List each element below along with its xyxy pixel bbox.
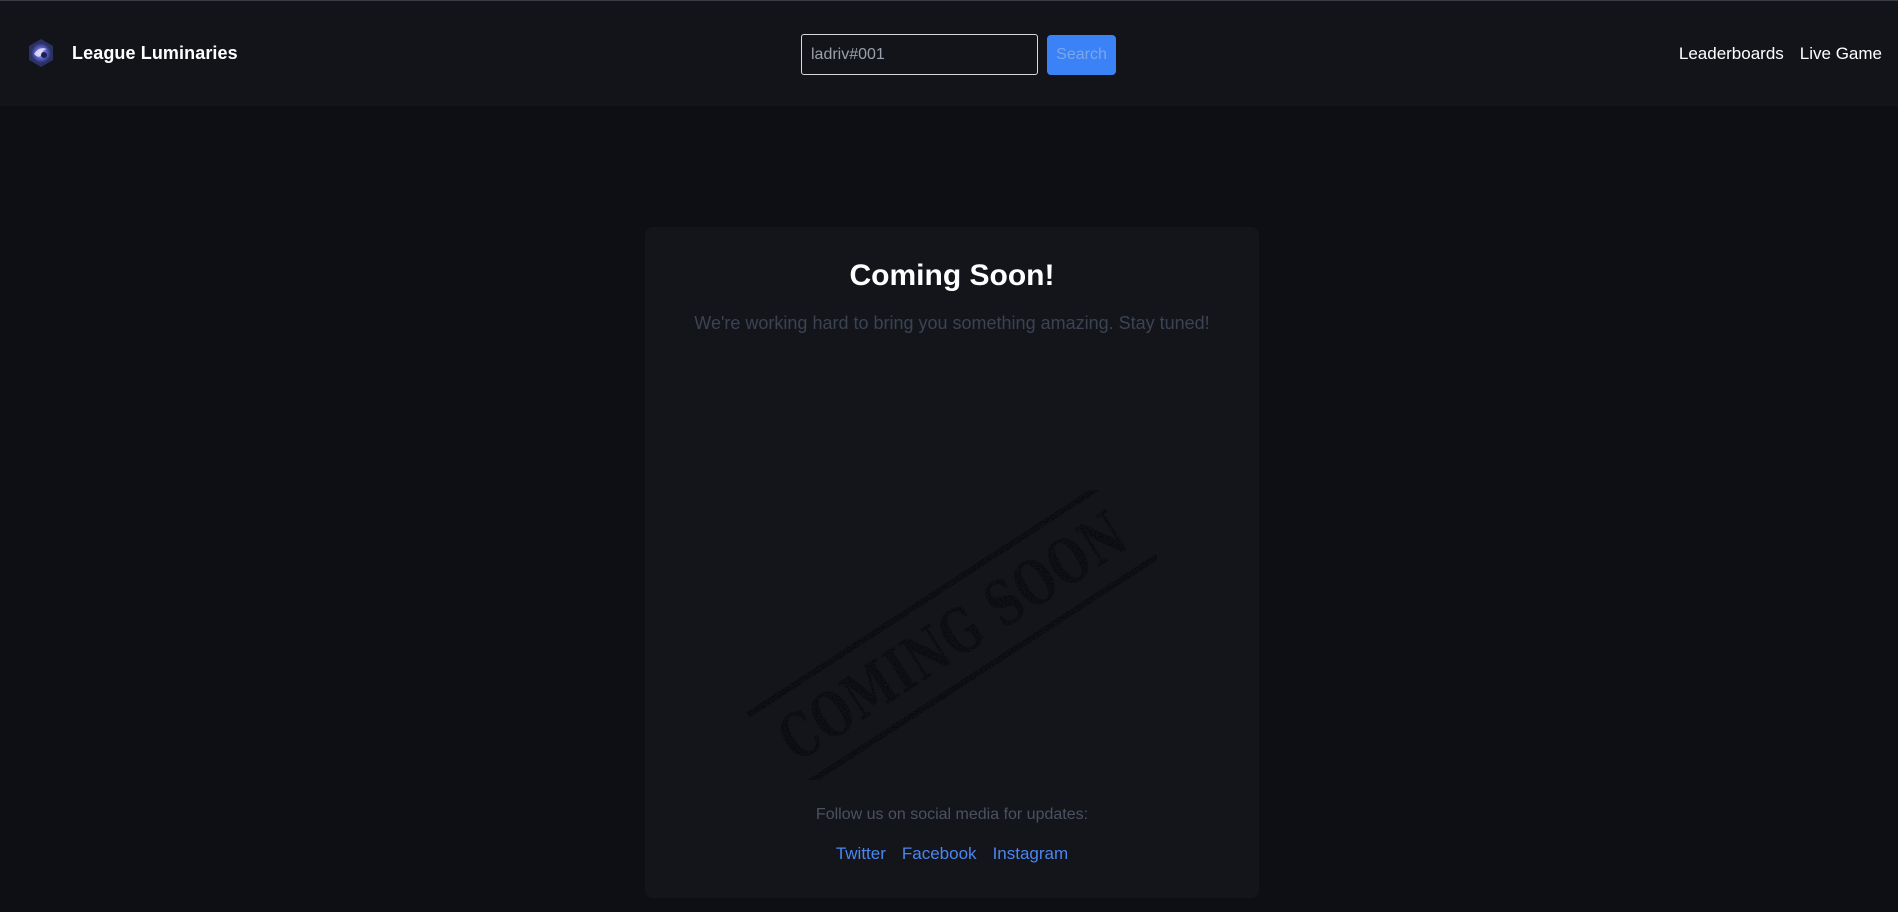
league-luminaries-logo-icon [29,39,53,67]
coming-soon-card: Coming Soon! We're working hard to bring… [645,227,1259,898]
twitter-link[interactable]: Twitter [836,844,886,864]
stamp-text: COMING SOON [765,497,1140,776]
nav-links: Leaderboards Live Game [1663,44,1882,64]
instagram-link[interactable]: Instagram [993,844,1069,864]
social-links: Twitter Facebook Instagram [645,844,1259,864]
page-title: Coming Soon! [849,259,1055,292]
search-button[interactable]: Search [1047,35,1116,75]
summoner-search-input[interactable] [801,34,1038,75]
nav-link-leaderboards[interactable]: Leaderboards [1679,44,1784,64]
navbar: League Luminaries Search Leaderboards Li… [0,1,1898,106]
brand-home-link[interactable]: League Luminaries [25,37,238,69]
follow-text: Follow us on social media for updates: [815,806,1089,823]
page-subtitle: We're working hard to bring you somethin… [694,313,1210,333]
coming-soon-stamp-image: COMING SOON [747,490,1157,780]
nav-link-live-game[interactable]: Live Game [1800,44,1882,64]
facebook-link[interactable]: Facebook [902,844,977,864]
brand-name: League Luminaries [72,42,238,63]
